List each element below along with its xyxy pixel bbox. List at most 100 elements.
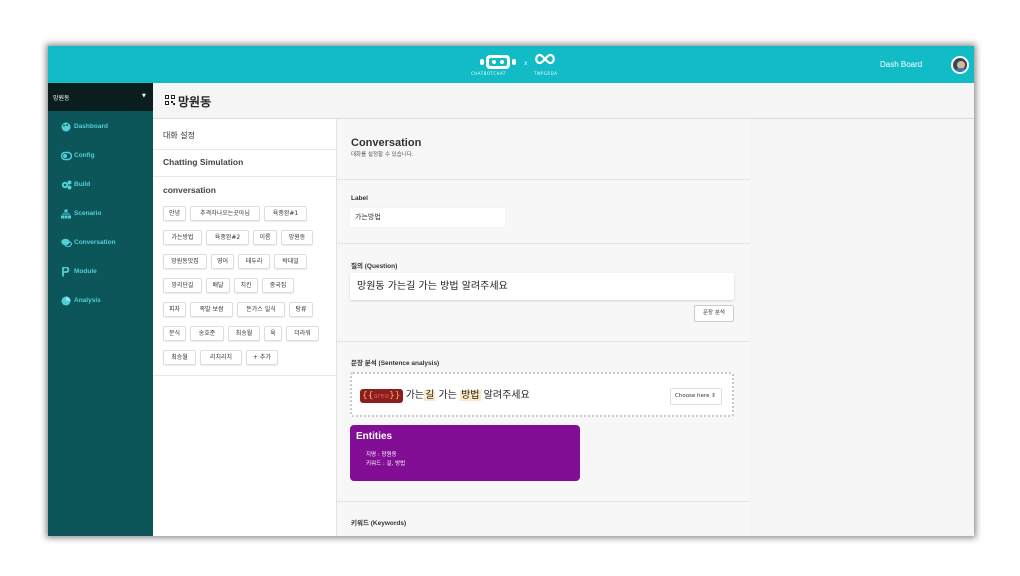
divider xyxy=(153,176,337,177)
section-title: Conversation xyxy=(351,137,422,149)
menu-conversation-settings[interactable]: 대화 설정 xyxy=(153,130,337,141)
conversation-chip[interactable]: 이름 xyxy=(253,230,277,245)
logo-separator: x xyxy=(524,60,528,67)
entities-card: Entities 지명 : 망원동 키워드 : 길, 방법 xyxy=(350,425,580,481)
qr-code-icon xyxy=(165,95,175,105)
choose-here-select[interactable]: Choose here ⇕ xyxy=(670,388,722,405)
divider xyxy=(337,341,750,342)
conversation-chip[interactable]: 최송월 xyxy=(228,326,260,341)
keyword-highlight[interactable]: 길 xyxy=(424,390,436,401)
palette-icon xyxy=(61,122,71,132)
pie-chart-icon xyxy=(61,296,71,306)
conversation-chip[interactable]: 족발 보쌈 xyxy=(190,302,233,317)
sidebar-item-conversation[interactable]: Conversation xyxy=(48,234,153,254)
logo-left-text: CHATBOTCHAT xyxy=(471,71,506,76)
entity-keywords: 키워드 : 길, 방법 xyxy=(366,461,406,467)
dashboard-link[interactable]: Dash Board xyxy=(880,60,922,69)
conversation-chip[interactable]: 육중완#1 xyxy=(264,206,307,221)
app-window: x CHATBOTCHAT TMPGRDA Dash Board 망원동 ▼ D… xyxy=(48,46,974,536)
sidebar-item-label: Dashboard xyxy=(74,123,108,130)
sidebar-item-label: Config xyxy=(74,152,95,159)
sentence-analysis-title: 문장 분석 (Sentence analysis) xyxy=(351,360,440,367)
conversation-chip[interactable]: 리치리치 xyxy=(200,350,242,365)
conversation-chip[interactable]: 추격자나오는곳아님 xyxy=(190,206,260,221)
chat-icon xyxy=(61,238,72,248)
conversation-chip[interactable]: 영어 xyxy=(211,254,234,269)
analyze-sentence-button[interactable]: 문장 분석 xyxy=(694,305,734,322)
robot-logo-icon xyxy=(480,55,516,69)
conversation-group-title: conversation xyxy=(163,185,216,195)
entities-title: Entities xyxy=(356,431,393,442)
sentence-text: 가는 xyxy=(402,390,425,401)
entity-tag[interactable]: {{area}} xyxy=(360,389,403,403)
gears-icon xyxy=(61,180,72,190)
parking-icon xyxy=(61,266,71,277)
conversation-chip[interactable]: 망원동맛집 xyxy=(163,254,207,269)
conversation-chip[interactable]: 탕류 xyxy=(289,302,313,317)
sidebar-item-label: Conversation xyxy=(74,239,116,246)
menu-chatting-simulation[interactable]: Chatting Simulation xyxy=(153,157,337,167)
label-input[interactable]: 가는방법 xyxy=(350,208,505,227)
section-subtitle: 대화를 설정할 수 있습니다. xyxy=(351,152,414,158)
avatar-body xyxy=(954,68,967,72)
sidebar-item-analysis[interactable]: Analysis xyxy=(48,292,153,312)
select-label: Choose here xyxy=(675,393,710,399)
conversation-chip[interactable]: 더라워 xyxy=(286,326,319,341)
conversation-chip[interactable]: 배달 xyxy=(206,278,230,293)
conversation-chip[interactable]: 육중완#2 xyxy=(206,230,249,245)
divider xyxy=(337,243,750,244)
conversation-chip[interactable]: 치킨 xyxy=(234,278,258,293)
sidebar-item-label: Build xyxy=(74,181,91,188)
sidebar-item-build[interactable]: Build xyxy=(48,176,153,196)
sitemap-icon xyxy=(61,209,71,219)
sidebar: 망원동 ▼ Dashboard Config Build Scenario Co… xyxy=(48,83,153,536)
workspace-select[interactable]: 망원동 ▼ xyxy=(48,83,153,111)
divider xyxy=(337,179,750,180)
keyword-highlight[interactable]: 방법 xyxy=(460,390,481,401)
main-content: Conversation 대화를 설정할 수 있습니다. Label 가는방법 … xyxy=(337,119,974,536)
analyzed-sentence: {{area}} 가는길 가는 방법 알려주세요 xyxy=(360,386,530,403)
conversation-chip[interactable]: 분식 xyxy=(163,326,186,341)
sidebar-item-label: Scenario xyxy=(74,210,102,217)
conversation-chip[interactable]: 육 xyxy=(264,326,282,341)
sidebar-item-scenario[interactable]: Scenario xyxy=(48,205,153,225)
sentence-analysis-box[interactable]: {{area}} 가는길 가는 방법 알려주세요 Choose here ⇕ xyxy=(350,372,734,417)
conversation-chip[interactable]: 망리단길 xyxy=(163,278,202,293)
conversation-chip[interactable]: 피자 xyxy=(163,302,186,317)
question-field-title: 질의 (Question) xyxy=(351,263,398,270)
conversation-chip[interactable]: 송호준 xyxy=(190,326,224,341)
updown-caret-icon: ⇕ xyxy=(711,393,716,399)
sentence-text: 가는 xyxy=(435,390,461,401)
question-input[interactable]: 망원동 가는길 가는 방법 알려주세요 xyxy=(350,273,734,300)
add-conversation-button[interactable]: + 추가 xyxy=(246,350,278,365)
conversation-chip[interactable]: 최승월 xyxy=(163,350,196,365)
toggle-icon xyxy=(60,151,73,161)
conversation-editor: Conversation 대화를 설정할 수 있습니다. Label 가는방법 … xyxy=(337,119,750,536)
sidebar-item-module[interactable]: Module xyxy=(48,263,153,283)
infinity-logo-icon xyxy=(535,53,555,65)
caret-down-icon: ▼ xyxy=(142,93,146,99)
conversation-chip[interactable]: 태두리 xyxy=(238,254,270,269)
sentence-text: 알려주세요 xyxy=(480,390,530,401)
label-field-title: Label xyxy=(351,195,368,202)
sidebar-item-label: Analysis xyxy=(74,297,101,304)
workspace-name: 망원동 xyxy=(53,95,70,102)
top-bar: x CHATBOTCHAT TMPGRDA Dash Board xyxy=(48,46,974,83)
sidebar-item-label: Module xyxy=(74,268,97,275)
user-avatar[interactable] xyxy=(951,56,969,74)
brand-logo[interactable]: x CHATBOTCHAT TMPGRDA xyxy=(468,50,588,80)
conversation-chip[interactable]: 가는방법 xyxy=(163,230,202,245)
conversation-chip[interactable]: 중국집 xyxy=(262,278,294,293)
divider xyxy=(153,375,337,376)
conversation-list-panel: 대화 설정 Chatting Simulation conversation 안… xyxy=(153,119,337,536)
conversation-chip[interactable]: 망원동 xyxy=(281,230,313,245)
sidebar-item-config[interactable]: Config xyxy=(48,147,153,167)
conversation-chip[interactable]: 돈가스 일식 xyxy=(237,302,285,317)
conversation-chip[interactable]: 박대일 xyxy=(274,254,307,269)
entity-place: 지명 : 망원동 xyxy=(366,452,397,458)
sidebar-item-dashboard[interactable]: Dashboard xyxy=(48,118,153,138)
page-title: 망원동 xyxy=(178,95,212,109)
conversation-chip[interactable]: 안녕 xyxy=(163,206,186,221)
divider xyxy=(153,149,337,150)
logo-right-text: TMPGRDA xyxy=(534,71,558,76)
